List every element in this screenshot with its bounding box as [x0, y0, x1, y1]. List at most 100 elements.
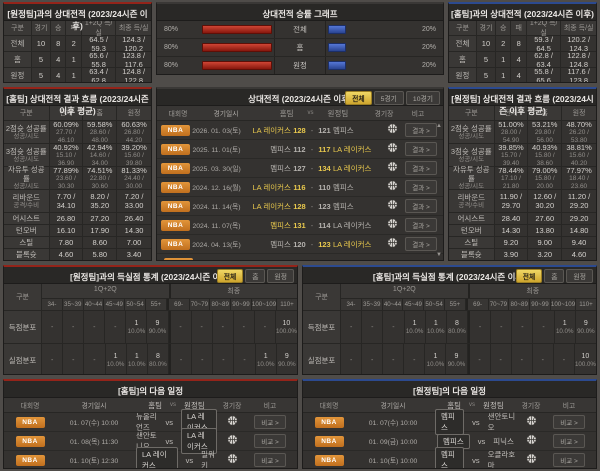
- empty-value: -: [392, 323, 395, 331]
- range-header: 34-: [341, 299, 362, 310]
- stat-main-value: 77.97%: [566, 165, 592, 175]
- stat-value: 9.20: [495, 237, 529, 248]
- result-button[interactable]: 결과 >: [405, 142, 437, 156]
- flow-row: 3점슛 성공률 성공/시도 40.92% 15.10 / 36.90 42.94% 14.…: [4, 143, 151, 167]
- distribution-cell: -: [168, 311, 192, 343]
- result-button[interactable]: 결과 >: [405, 180, 437, 194]
- stat-value: 13.80: [528, 225, 563, 236]
- distribution-cell: 1 10.0%: [106, 344, 127, 374]
- league-badge: NBA: [314, 454, 344, 466]
- filter-tab[interactable]: 10경기: [405, 91, 440, 105]
- empty-value: -: [542, 323, 545, 331]
- range-header: 69-: [166, 299, 190, 310]
- result-button[interactable]: 결과 >: [405, 237, 437, 251]
- scoring-header: 구분 1Q+2Q 최종 34- 35~39 40~44 45~49 50~54 55+ 69- 70…: [303, 284, 596, 311]
- filter-tab[interactable]: 5경기: [373, 91, 404, 105]
- head-to-head-row: [원정팀]과의 상대전적 (2023/24시즌 이후) 구분경기승패1+2Q 득…: [3, 2, 597, 83]
- filter-tab[interactable]: 홈: [544, 269, 565, 283]
- percent-value: 10.0%: [555, 327, 574, 335]
- h2h-row: 원정 5 1 4 55.8 / 65.6 117.6 / 123.8: [449, 67, 596, 82]
- vs-label: vs: [165, 417, 174, 427]
- count-value: 8: [155, 352, 160, 360]
- stat-value: 1: [496, 52, 512, 67]
- games-filter-tabs: 전체 5경기 10경기: [345, 91, 440, 105]
- vs-label: vs: [165, 436, 174, 446]
- count-value: 8: [454, 319, 459, 327]
- game-date: 2026. 01. 03(토): [192, 128, 241, 135]
- empty-value: -: [201, 356, 204, 364]
- distribution-cell: -: [42, 344, 64, 374]
- stat-sub-value: 18.40 / 23.60: [569, 174, 589, 190]
- stat-value: 4.60: [50, 249, 84, 260]
- filter-tab[interactable]: 원정: [566, 269, 593, 283]
- scroll-up-icon[interactable]: ▲: [436, 123, 442, 129]
- distribution-cell: 9 90.0%: [147, 311, 169, 343]
- game-datetime: 01. 09(금) 10:00: [368, 439, 418, 446]
- count-value: 1: [412, 319, 417, 327]
- away-win-percent: 20%: [421, 62, 436, 69]
- distribution-cell: 1 10.0%: [127, 344, 148, 374]
- game-date: 2024. 04. 13(토): [192, 242, 241, 249]
- distribution-cell: -: [234, 344, 256, 374]
- filter-tab[interactable]: 전체: [515, 269, 543, 283]
- result-button[interactable]: 결과 >: [405, 199, 437, 213]
- row-label-text: 어시스트: [12, 214, 41, 223]
- row-label: 스틸: [449, 237, 495, 248]
- scroll-down-icon[interactable]: ▼: [436, 252, 442, 258]
- row-label-text: 턴오버: [15, 226, 37, 235]
- filter-tab[interactable]: 전체: [345, 91, 372, 105]
- percent-value: 90.0%: [577, 327, 595, 335]
- away-win-percent: 20%: [421, 44, 436, 51]
- game-row-partial: NBA: [157, 254, 443, 260]
- away-win-bar: [328, 25, 346, 34]
- home-scoring-panel: [원정팀]과의 득실점 통계 (2023/24시즌 이후) 전체 홈 원정 구분 1Q…: [3, 265, 298, 375]
- row-label: 실점분포: [4, 344, 43, 374]
- home-scoring-table: 구분 1Q+2Q 최종 34- 35~39 40~44 45~49 50~54 55+ 69- 70…: [4, 284, 297, 374]
- distribution-cell: 8 80.0%: [148, 344, 170, 374]
- compare-button[interactable]: 비교 >: [553, 415, 585, 429]
- league-badge: NBA: [15, 435, 45, 447]
- filter-tab[interactable]: 홈: [245, 269, 266, 283]
- distribution-cell: -: [383, 344, 405, 374]
- compare-button[interactable]: 비교 >: [553, 434, 585, 448]
- count-value: 1: [113, 352, 118, 360]
- compare-button[interactable]: 비교 >: [254, 415, 286, 429]
- panel-title: [원정팀]과의 상대전적 (2023/24시즌 이후): [4, 4, 151, 31]
- distribution-cell: -: [213, 311, 234, 343]
- game-date: 2024. 12. 16(월): [192, 185, 241, 192]
- compare-button[interactable]: 비교 >: [254, 453, 286, 467]
- result-button[interactable]: 결과 >: [405, 123, 437, 137]
- scoring-row: 실점분포 - - - -1 10.0% 9 90.0% - - - - -10 100.0%: [303, 344, 596, 374]
- stat-main-value: 39.85%: [498, 142, 524, 152]
- stat-sub-value: 22.80 / 30.60: [89, 174, 110, 190]
- result-button[interactable]: 결과 >: [405, 218, 437, 232]
- stat-main-value: 48.70%: [566, 119, 592, 129]
- result-button[interactable]: 결과 >: [405, 161, 437, 175]
- distribution-cell: 9 90.0%: [576, 311, 596, 343]
- games-list[interactable]: ▲ ▼ NBA 2026. 01. 03(토) LA 레이커스 128-121 멤피스 결…: [157, 121, 443, 260]
- distribution-cell: -: [341, 344, 363, 374]
- filter-tab[interactable]: 전체: [216, 269, 244, 283]
- distribution-cell: -: [404, 344, 426, 374]
- range-header: 90~99: [530, 299, 551, 310]
- empty-value: -: [179, 323, 182, 331]
- away-scoring-table: 구분 1Q+2Q 최종 34- 35~39 40~44 45~49 50~54 55+ 69- 70…: [303, 284, 596, 374]
- away-h2h-table: 구분 경기 승 패 1+2Q 득/실 최종 득/실 전체 10 2 8 59.3 / 64.5 120…: [449, 20, 596, 82]
- distribution-cell: -: [63, 311, 85, 343]
- away-score: 121: [318, 125, 331, 135]
- distribution-cell: -: [105, 311, 127, 343]
- empty-value: -: [499, 356, 502, 364]
- panel-title: [원정팀]과의 득실점 통계 (2023/24시즌 이후) 전체 홈 원정: [4, 267, 297, 284]
- distribution-cell: -: [192, 344, 214, 374]
- filter-tab[interactable]: 원정: [267, 269, 294, 283]
- column-header: 구분: [4, 284, 43, 310]
- compare-button[interactable]: 비교 >: [254, 434, 286, 448]
- away-score: 110: [318, 182, 331, 192]
- panel-title: [홈팀]의 다음 일정: [4, 381, 297, 398]
- row-label: 2점슛 성공률 성공/시도: [4, 121, 50, 143]
- stat-value: 3.90: [495, 249, 529, 260]
- stat-value: 5: [32, 68, 52, 82]
- distribution-cell: -: [362, 344, 384, 374]
- compare-button[interactable]: 비교 >: [553, 453, 585, 467]
- range-header: 45~49: [403, 299, 425, 310]
